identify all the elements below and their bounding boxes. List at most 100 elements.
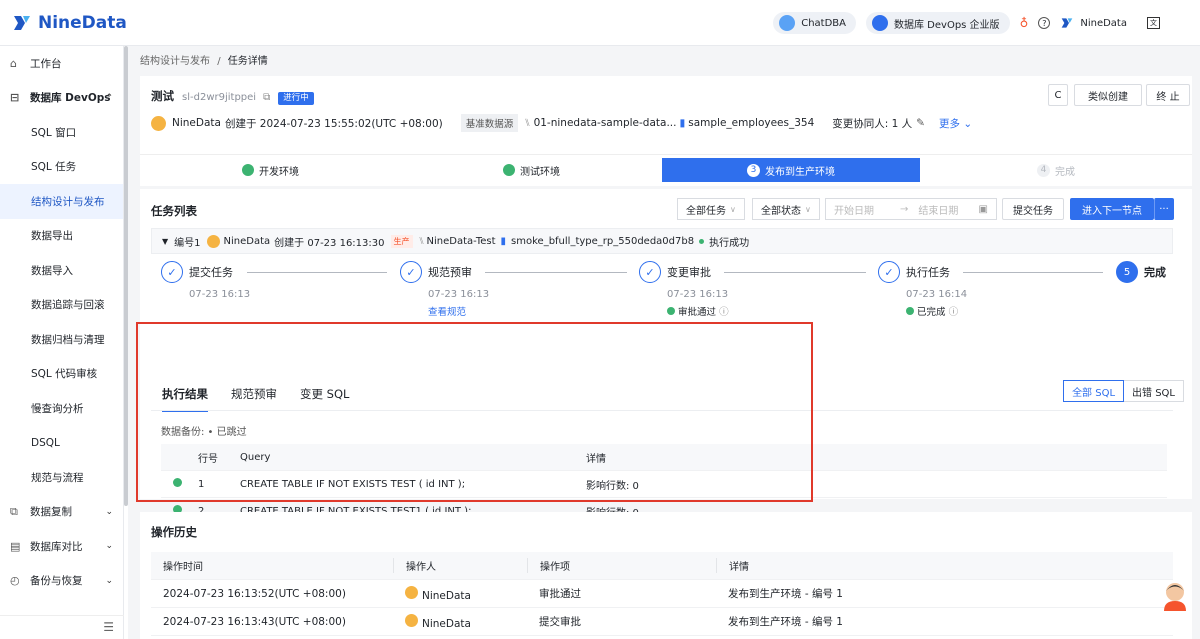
support-chat-icon[interactable] — [1162, 581, 1188, 611]
flow-step-label: 执行任务 — [906, 266, 950, 279]
sidebar-item[interactable]: ▤ 数据库对比 ⌄ — [0, 529, 123, 564]
copy-icon[interactable]: ⧉ — [263, 92, 270, 103]
stage-number: 3 — [747, 163, 760, 177]
chatdba-button[interactable]: ChatDBA — [773, 12, 856, 34]
task-list-title: 任务列表 — [151, 204, 197, 218]
sidebar-item[interactable]: 数据导出 — [0, 219, 123, 254]
globe-icon — [872, 15, 888, 31]
sidebar: ⌂ 工作台 ⊟ 数据库 DevOps ⌃ SQL 窗口 SQL 任务 结构设计与发布数据导出数… — [0, 46, 124, 639]
ninedata-logo-icon — [14, 15, 30, 30]
sidebar-item[interactable]: 慢查询分析 — [0, 391, 123, 426]
sidebar-item[interactable]: 规范与流程 — [0, 460, 123, 495]
next-more-button[interactable]: ··· — [1154, 198, 1174, 220]
error-sql-option[interactable]: 出错 SQL — [1124, 381, 1183, 401]
sidebar-item[interactable]: 数据归档与清理 — [0, 322, 123, 357]
user-avatar — [405, 613, 418, 627]
info-icon[interactable]: ⓘ — [949, 307, 959, 318]
stop-button[interactable]: 终 止 — [1146, 84, 1190, 106]
sidebar-item[interactable]: ⧉ 数据复制 ⌄ — [0, 495, 123, 530]
language-icon[interactable]: 文 — [1147, 17, 1160, 29]
check-icon: ✓ — [161, 261, 183, 283]
info-icon[interactable]: ⓘ — [719, 307, 729, 318]
task-title-row: 测试 sl-d2wr9jitppei ⧉ 进行中 — [151, 88, 314, 105]
task-filter-select[interactable]: 全部任务 ∨ — [677, 198, 745, 220]
stage-test[interactable]: 测试环境 — [401, 158, 662, 182]
stage-prod[interactable]: 3 发布到生产环境 — [662, 158, 920, 182]
subtask-number: 编号1 — [174, 237, 201, 249]
refresh-button[interactable]: C — [1048, 84, 1068, 106]
breadcrumb-current: 任务详情 — [227, 56, 268, 67]
sidebar-item[interactable]: 结构设计与发布 — [0, 184, 123, 219]
check-icon — [503, 164, 515, 176]
subtask-status: 执行成功 — [709, 237, 750, 249]
sidebar-item[interactable]: SQL 窗口 — [0, 115, 123, 150]
collapse-menu-icon[interactable]: ☰ — [0, 615, 124, 639]
help-icon[interactable]: ? — [1038, 17, 1051, 29]
breadcrumb-parent[interactable]: 结构设计与发布 — [140, 56, 210, 67]
sidebar-item-label: 备份与恢复 — [30, 575, 83, 588]
flow-connector — [485, 272, 627, 273]
created-time: 创建于 2024-07-23 15:55:02(UTC +08:00) — [224, 117, 443, 130]
sidebar-item-label: 慢查询分析 — [31, 402, 84, 415]
date-range-picker[interactable]: 开始日期 → 结束日期 ▣ — [825, 198, 997, 220]
refresh-icon: C — [1054, 89, 1062, 101]
devops-edition-button[interactable]: 数据库 DevOps 企业版 — [866, 12, 1010, 34]
flow-step-finish: 5 完成 — [1116, 261, 1166, 283]
home-icon: ⌂ — [10, 56, 17, 70]
history-card: 操作历史 操作时间 操作人 操作项 详情 2024-07-23 16:13:52… — [140, 512, 1192, 639]
sidebar-item[interactable]: 数据追踪与回滚 — [0, 288, 123, 323]
chevron-down-icon: ⌄ — [105, 541, 113, 552]
status-filter-value: 全部状态 — [761, 205, 801, 217]
sidebar-item[interactable]: ⌂ 工作台 — [0, 46, 123, 81]
execute-status-label: 已完成 — [917, 307, 946, 318]
check-icon: ✓ — [400, 261, 422, 283]
flow-step-label: 规范预审 — [428, 266, 472, 279]
view-spec-link[interactable]: 查看规范 — [428, 304, 489, 318]
more-link[interactable]: 更多 ⌄ — [939, 116, 972, 131]
stage-done[interactable]: 4 完成 — [920, 158, 1192, 182]
user-avatar — [405, 585, 418, 599]
backup-icon: ◴ — [10, 574, 20, 588]
status-filter-select[interactable]: 全部状态 ∨ — [752, 198, 820, 220]
all-sql-option[interactable]: 全部 SQL — [1063, 380, 1125, 402]
chevron-up-icon: ⌃ — [105, 92, 113, 103]
app-logo[interactable]: NineData — [12, 13, 127, 33]
stage-steps: 开发环境 测试环境 3 发布到生产环境 4 完成 — [140, 154, 1192, 186]
datasource-name[interactable]: 01-ninedata-sample-data... — [534, 117, 677, 129]
col-header-detail: 详情 — [716, 558, 1173, 573]
check-icon: ✓ — [639, 261, 661, 283]
success-icon — [667, 307, 675, 315]
notification-icon[interactable]: ♁ — [1020, 16, 1029, 30]
subtask-header[interactable]: ▼ 编号1 NineData 创建于 07-23 16:13:30 生产 ⑊ N… — [151, 228, 1173, 254]
sidebar-item-label: 工作台 — [30, 57, 62, 70]
flow-step-precheck: ✓ 规范预审 07-23 16:13 查看规范 — [400, 261, 489, 318]
subtask-db: smoke_bfull_type_rp_550deda0d7b8 — [511, 235, 695, 247]
sidebar-item[interactable]: SQL 代码审核 — [0, 357, 123, 392]
sidebar-item[interactable]: ◴ 备份与恢复 ⌄ — [0, 564, 123, 599]
subtask-creator: NineData — [223, 235, 271, 247]
sidebar-item[interactable]: ⊟ 数据库 DevOps ⌃ — [0, 81, 123, 116]
user-menu[interactable]: NineData — [1060, 17, 1127, 29]
edit-icon[interactable]: ✎ — [916, 117, 925, 129]
stage-dev[interactable]: 开发环境 — [140, 158, 401, 182]
sidebar-item[interactable]: 数据导入 — [0, 253, 123, 288]
check-icon — [242, 164, 254, 176]
subtask-source: NineData-Test — [426, 235, 496, 247]
next-node-button[interactable]: 进入下一节点 — [1070, 198, 1154, 220]
status-label: 进行中 — [283, 93, 309, 103]
table-row[interactable]: 2024-07-23 16:13:52(UTC +08:00) NineData… — [151, 580, 1173, 608]
sidebar-item[interactable]: DSQL — [0, 426, 123, 461]
database-icon: ▮ — [500, 235, 507, 247]
flow-step-time: 07-23 16:13 — [667, 289, 729, 300]
sidebar-item-label: 数据导出 — [31, 230, 73, 243]
flow-step-submit: ✓ 提交任务 07-23 16:13 — [161, 261, 250, 300]
database-name[interactable]: sample_employees_354 — [688, 117, 814, 129]
sidebar-item[interactable]: SQL 任务 — [0, 150, 123, 185]
flow-step-label: 完成 — [1144, 266, 1166, 279]
table-row[interactable]: 2024-07-23 16:13:43(UTC +08:00) NineData… — [151, 608, 1173, 636]
clone-button[interactable]: 类似创建 — [1074, 84, 1142, 106]
breadcrumb-separator: / — [217, 56, 221, 67]
submit-task-button[interactable]: 提交任务 — [1002, 198, 1064, 220]
creator-avatar — [151, 115, 166, 131]
row-action: 审批通过 — [539, 588, 581, 600]
